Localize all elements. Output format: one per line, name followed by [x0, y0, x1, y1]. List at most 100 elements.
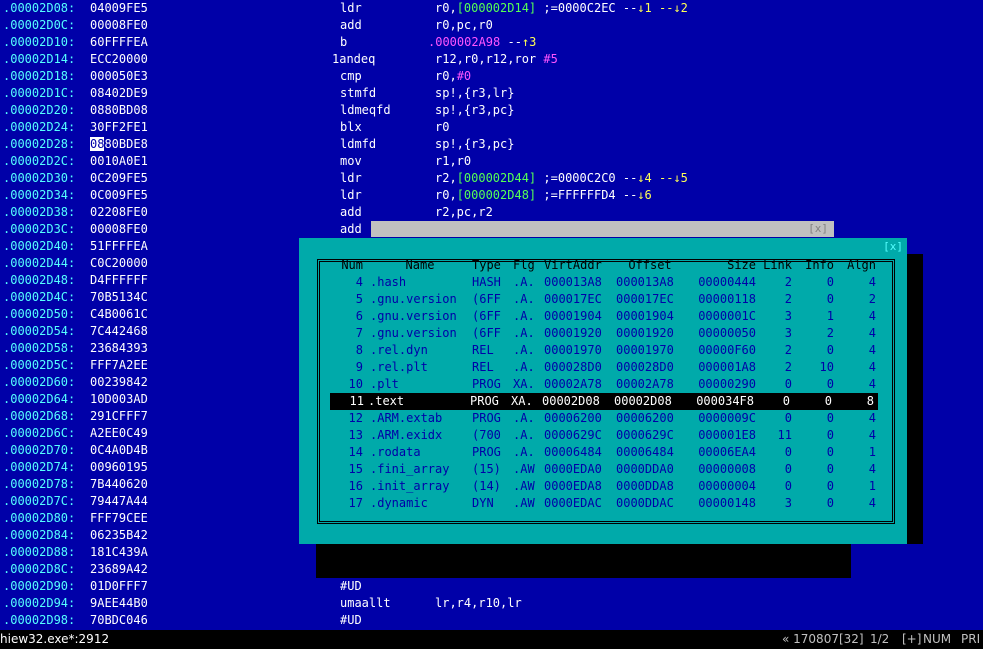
disasm-mnemonic: ldmeqfd: [340, 103, 391, 117]
section-offset: 0000DDA0: [616, 462, 674, 476]
disasm-address: .00002D48:: [3, 273, 76, 287]
section-row[interactable]: 9 .rel.plt REL .A. 000028D0 000028D0 000001A8 2…: [332, 359, 882, 376]
disasm-mnemonic: add: [340, 222, 362, 236]
section-row[interactable]: 13 .ARM.exidx (700 .A. 0000629C 0000629C 00000…: [332, 427, 882, 444]
section-link: 0: [784, 411, 792, 425]
disasm-row[interactable]: .00002D98: 70BDC046 #UD: [0, 612, 983, 629]
disasm-operands: r0,pc,r0: [435, 17, 493, 34]
disasm-row[interactable]: .00002D1C: 08402DE9 stmfd sp!,{r3,lr}: [0, 85, 983, 102]
disasm-row[interactable]: .00002D18: 000050E3 cmp r0,#0: [0, 68, 983, 85]
disasm-address: .00002D64:: [3, 392, 76, 406]
section-align: 1: [868, 445, 876, 459]
section-name: .gnu.version: [370, 292, 457, 306]
hex-bytes: 0C4A0D4B: [90, 443, 148, 457]
status-num: NUM: [923, 632, 952, 646]
disasm-hex: 60FFFFEA: [90, 34, 148, 51]
disasm-hex: 10D003AD: [90, 391, 148, 408]
xref-arrow-link[interactable]: ↓6: [637, 188, 651, 202]
operand-immediate: #0: [456, 69, 472, 83]
section-row-selected[interactable]: 11 .text PROG XA. 00002D08 00002D08 000034F8 0 0…: [330, 393, 878, 410]
xref-arrow-link[interactable]: ↓4 --↓5: [637, 171, 688, 185]
section-virtaddr: 00001920: [544, 326, 602, 340]
disasm-hex: 00008FE0: [90, 17, 148, 34]
hex-bytes: 23684393: [90, 341, 148, 355]
section-row[interactable]: 10 .plt PROG XA. 00002A78 00002A78 00000290 0 0 4: [332, 376, 882, 393]
col-type: Type: [472, 258, 501, 272]
section-row[interactable]: 14 .rodata PROG .A. 00006484 00006484 00006EA4…: [332, 444, 882, 461]
col-info: Info: [805, 258, 834, 272]
section-num: 8: [355, 343, 363, 357]
section-num: 9: [355, 360, 363, 374]
hex-bytes: 08402DE9: [90, 86, 148, 100]
section-info: 1: [826, 309, 834, 323]
section-type: REL: [472, 360, 494, 374]
background-window-close[interactable]: [x]: [808, 222, 828, 235]
section-flags: .AW: [513, 496, 535, 510]
section-info: 0: [826, 428, 834, 442]
section-info: 0: [826, 462, 834, 476]
section-row[interactable]: 12 .ARM.extab PROG .A. 00006200 00006200 00000…: [332, 410, 882, 427]
disasm-address: .00002D20:: [3, 103, 76, 117]
disasm-address: .00002D94:: [3, 596, 76, 610]
disasm-row[interactable]: .00002D14: ECC20000 1andeq r12,r0,r12,ror #…: [0, 51, 983, 68]
disasm-row[interactable]: .00002D34: 0C009FE5 ldr r0,[000002D48] ;=FF…: [0, 187, 983, 204]
disasm-hex: 0880BDE8: [90, 136, 148, 153]
disasm-row[interactable]: .00002D38: 02208FE0 add r2,pc,r2: [0, 204, 983, 221]
disasm-hex: 00239842: [90, 374, 148, 391]
disasm-row[interactable]: .00002D90: 01D0FFF7 #UD: [0, 578, 983, 595]
hex-bytes: 70BDC046: [90, 613, 148, 627]
section-info: 0: [826, 343, 834, 357]
section-flags: XA.: [513, 377, 535, 391]
section-row[interactable]: 16 .init_array (14) .AW 0000EDA8 0000DDA8 0000…: [332, 478, 882, 495]
disasm-row[interactable]: .00002D28: 0880BDE8 ldmfd sp!,{r3,pc}: [0, 136, 983, 153]
disasm-row[interactable]: .00002D30: 0C209FE5 ldr r2,[000002D44] ;=00…: [0, 170, 983, 187]
section-align: 2: [868, 292, 876, 306]
section-flags: .AW: [513, 462, 535, 476]
section-name: .text: [368, 394, 405, 408]
section-type: (6FF: [472, 292, 501, 306]
section-virtaddr: 00001904: [544, 309, 602, 323]
disasm-row[interactable]: .00002D94: 9AEE44B0 umaallt lr,r4,r10,lr: [0, 595, 983, 612]
section-num: 17: [348, 496, 363, 510]
hex-bytes: 51FFFFEA: [90, 239, 148, 253]
section-name: .gnu.version: [370, 326, 457, 340]
disasm-row[interactable]: .00002D24: 30FF2FE1 blx r0: [0, 119, 983, 136]
operand-text: .000002A98: [428, 35, 501, 49]
section-row[interactable]: 4 .hash HASH .A. 000013A8 000013A8 00000444 2 0 4: [332, 274, 882, 291]
disasm-address: .00002D18:: [3, 69, 76, 83]
dialog-close-button[interactable]: [x]: [883, 240, 903, 253]
section-type: (6FF: [472, 309, 501, 323]
section-row[interactable]: 15 .fini_array (15) .AW 0000EDA0 0000DDA0 0000…: [332, 461, 882, 478]
section-name: .ARM.extab: [370, 411, 443, 425]
disasm-row[interactable]: .00002D08: 04009FE5 ldr r0,[000002D14] ;=00…: [0, 0, 983, 17]
hex-bytes: 30FF2FE1: [90, 120, 148, 134]
section-row[interactable]: 7 .gnu.version (6FF .A. 00001920 00001920 0000…: [332, 325, 882, 342]
section-row[interactable]: 8 .rel.dyn REL .A. 00001970 00001970 00000F60 2…: [332, 342, 882, 359]
hex-bytes: 80BDE8: [104, 137, 148, 151]
disasm-row[interactable]: .00002D0C: 00008FE0 add r0,pc,r0: [0, 17, 983, 34]
section-offset: 00006200: [616, 411, 674, 425]
disasm-row[interactable]: .00002D2C: 0010A0E1 mov r1,r0: [0, 153, 983, 170]
hex-bytes: C0C20000: [90, 256, 148, 270]
disasm-address: .00002D24:: [3, 120, 76, 134]
section-link: 0: [784, 479, 792, 493]
section-align: 4: [868, 411, 876, 425]
section-row[interactable]: 5 .gnu.version (6FF .A. 000017EC 000017EC 0000…: [332, 291, 882, 308]
disasm-row[interactable]: .00002D10: 60FFFFEA b .000002A98 --↑3: [0, 34, 983, 51]
xref-arrow-link[interactable]: ↑3: [522, 35, 536, 49]
section-align: 8: [866, 394, 874, 408]
hex-bytes: 04009FE5: [90, 1, 148, 15]
section-offset: 000017EC: [616, 292, 674, 306]
disasm-row[interactable]: .00002D20: 0880BD08 ldmeqfd sp!,{r3,pc}: [0, 102, 983, 119]
section-row[interactable]: 17 .dynamic DYN .AW 0000EDAC 0000DDAC 00000148…: [332, 495, 882, 512]
section-link: 0: [784, 377, 792, 391]
operand-text: r12,r0,r12,ror: [435, 52, 544, 66]
operand-text: lr,r4,r10,lr: [435, 596, 522, 610]
disasm-mnemonic: umaallt: [340, 596, 391, 610]
disasm-address: .00002D60:: [3, 375, 76, 389]
xref-arrow-link[interactable]: ↓1 --↓2: [637, 1, 688, 15]
section-row[interactable]: 6 .gnu.version (6FF .A. 00001904 00001904 0000…: [332, 308, 882, 325]
disasm-mnemonic: add: [340, 18, 362, 32]
disasm-operands: r0,[000002D48] ;=FFFFFFD4 --↓6: [435, 187, 652, 204]
disasm-address: .00002D50:: [3, 307, 76, 321]
